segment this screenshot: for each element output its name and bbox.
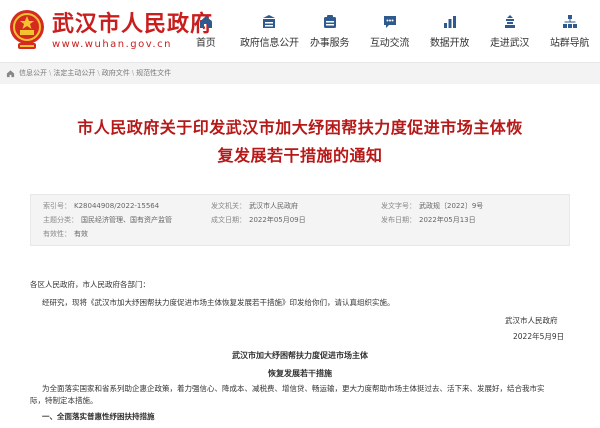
intro-paragraph: 经研究，现将《武汉市加大纾困帮扶力度促进市场主体恢复发展若干措施》印发给你们，请… xyxy=(42,298,395,307)
attachment-title-line1: 武汉市加大纾困帮扶力度促进市场主体 xyxy=(232,350,368,360)
service-icon xyxy=(323,15,336,28)
docno-value: 武政规〔2022〕9号 xyxy=(419,202,484,210)
site-header: 武汉市人民政府 www.wuhan.gov.cn 首页 政府信息公开 办事服务 … xyxy=(0,0,600,62)
breadcrumb-statutory[interactable]: 法定主动公开 xyxy=(53,68,95,78)
breadcrumb-info-open[interactable]: 信息公开 xyxy=(19,68,47,78)
breadcrumb-separator: \ xyxy=(97,69,100,77)
published-date-label: 发布日期： xyxy=(381,216,416,224)
breadcrumb-separator: \ xyxy=(49,69,52,77)
nav-site-group-label: 站群导航 xyxy=(550,38,590,49)
home-icon xyxy=(6,69,15,77)
index-label: 索引号： xyxy=(43,202,71,210)
nav-service[interactable]: 办事服务 xyxy=(310,14,349,49)
topic-label: 主题分类： xyxy=(43,216,78,224)
nav-site-group[interactable]: 站群导航 xyxy=(550,14,589,49)
published-date-value: 2022年05月13日 xyxy=(419,216,476,224)
info-open-icon xyxy=(263,15,276,28)
nav-home-label: 首页 xyxy=(196,38,216,49)
site-url: www.wuhan.gov.cn xyxy=(52,38,172,50)
document-metadata: 索引号： K28044908/2022-15564 发文机关： 武汉市人民政府 发文… xyxy=(30,194,570,246)
attachment-title-line2: 恢复发展若干措施 xyxy=(268,368,332,378)
national-emblem-icon xyxy=(10,10,44,49)
article-title-line1: 市人民政府关于印发武汉市加大纾困帮扶力度促进市场主体恢 xyxy=(77,118,523,137)
validity-value: 有效 xyxy=(74,230,88,238)
created-date-label: 成文日期： xyxy=(211,216,246,224)
nav-info-open-label: 政府信息公开 xyxy=(240,38,299,49)
article-title: 市人民政府关于印发武汉市加大纾困帮扶力度促进市场主体恢 复发展若干措施的通知 xyxy=(40,114,560,170)
measures-intro-line1: 为全面落实国家和省系列助企惠企政策，着力强信心、降成本、减税费、增信贷、畅运输，… xyxy=(42,384,545,393)
nav-data-open[interactable]: 数据开放 xyxy=(430,14,469,49)
breadcrumb-normative-docs[interactable]: 规范性文件 xyxy=(136,68,171,78)
breadcrumb-gov-docs[interactable]: 政府文件 xyxy=(102,68,130,78)
nav-data-open-label: 数据开放 xyxy=(430,38,470,49)
nav-interaction-label: 互动交流 xyxy=(370,38,410,49)
nav-about-wuhan[interactable]: 走进武汉 xyxy=(490,14,529,49)
landmark-icon xyxy=(504,15,515,28)
recipients-line: 各区人民政府，市人民政府各部门： xyxy=(30,280,150,289)
nav-service-label: 办事服务 xyxy=(310,38,350,49)
nav-about-wuhan-label: 走进武汉 xyxy=(490,38,530,49)
sitemap-icon xyxy=(562,15,577,28)
signer: 武汉市人民政府 xyxy=(505,316,558,325)
nav-interaction[interactable]: 互动交流 xyxy=(370,14,409,49)
issuer-value: 武汉市人民政府 xyxy=(249,202,298,210)
article-title-line2: 复发展若干措施的通知 xyxy=(217,146,383,165)
issuer-label: 发文机关： xyxy=(211,202,246,210)
breadcrumb-separator: \ xyxy=(131,69,135,77)
sign-date: 2022年5月9日 xyxy=(513,332,565,341)
data-icon xyxy=(443,16,456,28)
section-heading-1: 一、全面落实普惠性纾困扶持措施 xyxy=(42,412,155,421)
created-date-value: 2022年05月09日 xyxy=(249,216,306,224)
chat-icon xyxy=(383,16,396,28)
measures-intro-line2: 际，特制定本措施。 xyxy=(30,396,98,405)
home-icon xyxy=(199,16,212,28)
validity-label: 有效性： xyxy=(43,230,71,238)
main-nav: 首页 政府信息公开 办事服务 互动交流 数据开放 走进武汉 站群导航 xyxy=(190,14,600,54)
site-name: 武汉市人民政府 xyxy=(52,10,214,37)
article-main: 市人民政府关于印发武汉市加大纾困帮扶力度促进市场主体恢 复发展若干措施的通知 索… xyxy=(0,84,600,428)
nav-home[interactable]: 首页 xyxy=(196,14,216,49)
nav-info-open[interactable]: 政府信息公开 xyxy=(240,14,299,49)
docno-label: 发文字号： xyxy=(381,202,416,210)
site-logo[interactable]: 武汉市人民政府 www.wuhan.gov.cn xyxy=(8,7,213,53)
index-value: K28044908/2022-15564 xyxy=(74,202,160,210)
breadcrumb-bar: 信息公开 \ 法定主动公开 \ 政府文件 \ 规范性文件 xyxy=(0,62,600,84)
breadcrumb: 信息公开 \ 法定主动公开 \ 政府文件 \ 规范性文件 xyxy=(6,68,171,78)
topic-value: 国民经济管理、国有资产监管 xyxy=(81,216,172,224)
